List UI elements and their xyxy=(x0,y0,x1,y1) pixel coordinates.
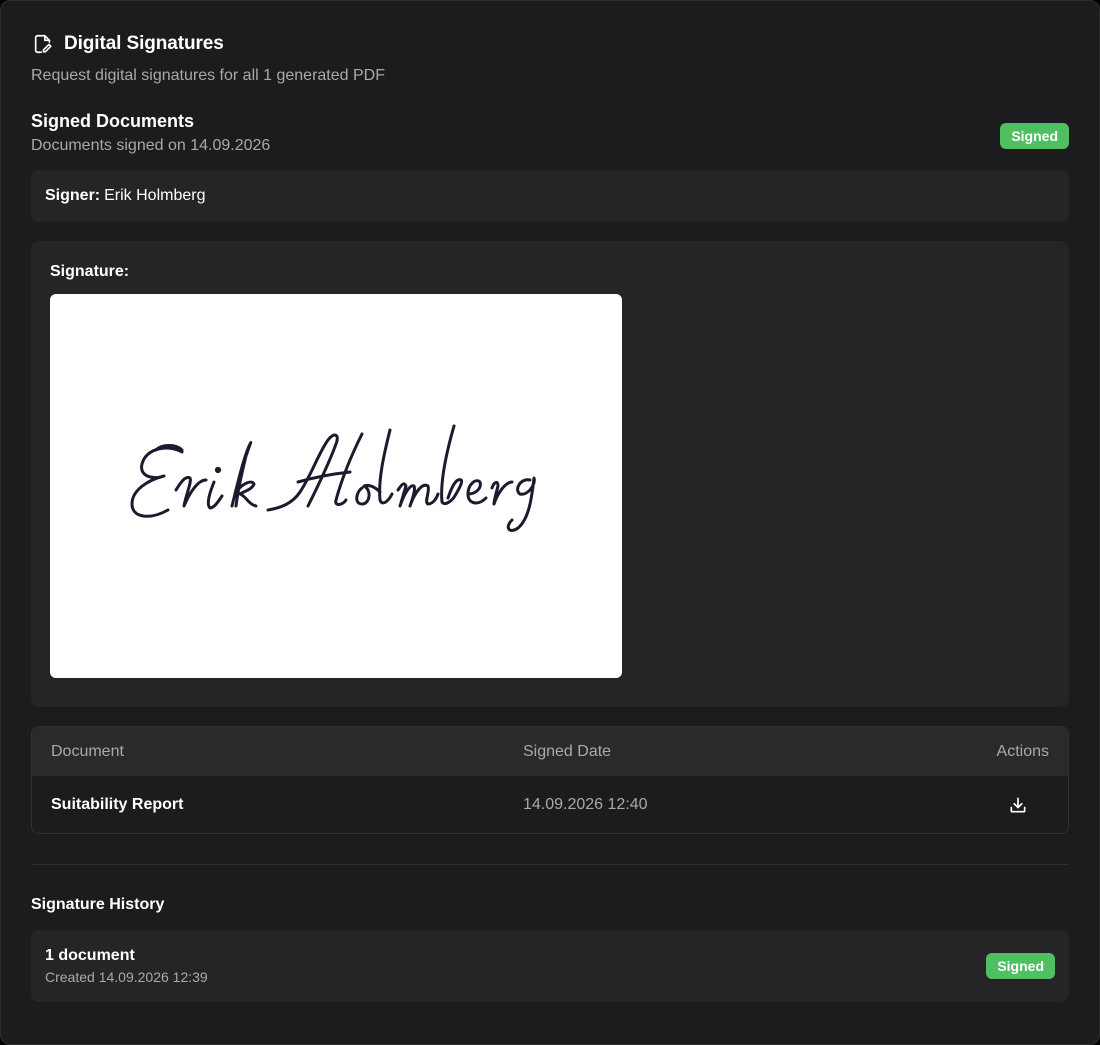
handwritten-signature xyxy=(130,424,536,532)
page-title: Digital Signatures xyxy=(64,33,224,54)
download-button[interactable] xyxy=(1006,793,1030,817)
document-signature-icon xyxy=(31,32,55,56)
status-badge: Signed xyxy=(1000,123,1069,149)
document-signed-date: 14.09.2026 12:40 xyxy=(523,795,648,813)
download-icon xyxy=(1010,797,1026,812)
signed-documents-table: Document Signed Date Actions Suitability… xyxy=(31,726,1069,834)
column-header-document: Document xyxy=(51,742,124,760)
digital-signatures-card: Digital Signatures Request digital signa… xyxy=(0,0,1100,1045)
column-header-signed-date: Signed Date xyxy=(523,742,612,760)
signer-info: Signer: Erik Holmberg xyxy=(31,170,1069,222)
signature-image xyxy=(50,294,622,678)
table-row: Suitability Report 14.09.2026 12:40 xyxy=(32,776,1068,833)
signed-documents-title: Signed Documents xyxy=(31,111,195,131)
section-divider xyxy=(31,864,1069,865)
signature-history-title: Signature History xyxy=(31,896,165,913)
document-name: Suitability Report xyxy=(51,795,184,813)
signature-label: Signature: xyxy=(50,263,130,280)
history-status-badge: Signed xyxy=(986,953,1055,979)
history-created-date: Created 14.09.2026 12:39 xyxy=(45,969,208,985)
column-header-actions: Actions xyxy=(996,742,1049,760)
page-description: Request digital signatures for all 1 gen… xyxy=(31,67,385,84)
history-item[interactable]: 1 document Created 14.09.2026 12:39 Sign… xyxy=(31,930,1069,1002)
section-header: Digital Signatures xyxy=(31,31,1069,57)
table-header: Document Signed Date Actions xyxy=(32,727,1068,776)
signed-documents-subtitle: Documents signed on 14.09.2026 xyxy=(31,137,271,154)
signed-documents-section: Signed Documents Documents signed on 14.… xyxy=(31,111,1069,155)
signer-label: Signer: xyxy=(45,187,101,204)
signature-panel: Signature: xyxy=(31,241,1069,707)
history-document-count: 1 document xyxy=(45,947,135,964)
signer-name: Erik Holmberg xyxy=(104,187,206,204)
